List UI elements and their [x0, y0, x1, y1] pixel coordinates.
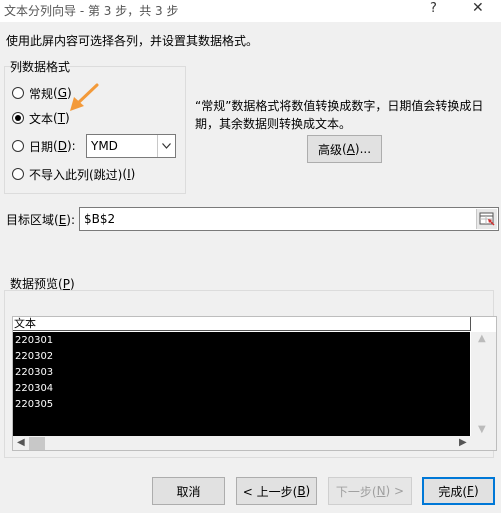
column-format-title: 列数据格式: [10, 60, 71, 74]
radio-skip-hotkey: I: [127, 167, 131, 181]
radio-general-label: 常规: [29, 86, 54, 101]
destination-value: $B$2: [84, 212, 116, 226]
radio-general-hotkey: G: [57, 86, 68, 100]
close-icon[interactable]: ✕: [472, 0, 484, 16]
next-button-hotkey: N: [376, 484, 386, 498]
scrollbar-thumb[interactable]: [29, 437, 45, 450]
radio-text[interactable]: 文本(T): [12, 109, 70, 127]
back-button-hotkey: B: [297, 484, 306, 498]
date-format-value: YMD: [91, 139, 118, 153]
data-preview[interactable]: 文本 220301 220302 220303 220304 220305 ▲ …: [12, 316, 497, 451]
advanced-button-label: 高级: [317, 142, 342, 157]
radio-date-hotkey: D: [57, 139, 67, 153]
back-button-prefix: < 上一步(: [242, 484, 298, 499]
destination-label: 目标区域(E):: [6, 213, 76, 227]
chevron-down-icon[interactable]: [157, 135, 175, 157]
next-button-prefix: 下一步(: [335, 484, 377, 499]
scroll-down-icon[interactable]: ▼: [478, 424, 486, 435]
preview-label: 数据预览(P): [10, 277, 75, 291]
next-button-suffix: ) >: [385, 484, 405, 498]
destination-label-text: 目标区域: [6, 213, 55, 227]
preview-row: 220302: [15, 351, 54, 362]
destination-input[interactable]: $B$2: [79, 207, 499, 231]
radio-button-checked[interactable]: [12, 112, 24, 124]
next-button[interactable]: 下一步(N) >: [328, 477, 412, 505]
radio-text-label: 文本: [29, 111, 54, 126]
radio-text-hotkey: T: [57, 111, 66, 125]
finish-button[interactable]: 完成(F): [422, 477, 495, 505]
finish-button-suffix: ): [473, 484, 479, 498]
radio-button[interactable]: [12, 87, 24, 99]
format-description: “常规”数据格式将数值转换成数字，日期值会转换成日期，其余数据则转换成文本。: [195, 99, 484, 131]
help-icon[interactable]: ?: [430, 1, 437, 16]
back-button-suffix: ): [305, 484, 311, 498]
window-title: 文本分列向导 - 第 3 步，共 3 步: [4, 4, 179, 18]
cancel-button[interactable]: 取消: [152, 477, 225, 505]
back-button[interactable]: < 上一步(B): [236, 477, 317, 505]
preview-data-area[interactable]: 220301 220302 220303 220304 220305: [13, 332, 470, 436]
preview-row: 220303: [15, 367, 54, 378]
scroll-up-icon[interactable]: ▲: [478, 333, 486, 344]
finish-button-hotkey: F: [467, 484, 474, 498]
advanced-button-hotkey: A: [346, 142, 355, 156]
date-format-select[interactable]: YMD: [86, 134, 176, 158]
intro-text: 使用此屏内容可选择各列，并设置其数据格式。: [6, 34, 259, 48]
radio-button[interactable]: [12, 168, 24, 180]
radio-skip-label: 不导入此列(跳过): [29, 167, 123, 182]
preview-hotkey: P: [62, 277, 70, 291]
radio-general[interactable]: 常规(G): [12, 84, 72, 102]
preview-row: 220304: [15, 383, 54, 394]
scroll-right-icon[interactable]: ▶: [459, 437, 467, 448]
highlight-arrow-icon: [70, 83, 99, 111]
preview-column-header[interactable]: 文本: [13, 317, 471, 331]
preview-row: 220301: [15, 335, 54, 346]
preview-row: 220305: [15, 399, 54, 410]
radio-date-label: 日期: [29, 139, 54, 154]
collapse-dialog-icon[interactable]: [476, 209, 497, 229]
title-bar: 文本分列向导 - 第 3 步，共 3 步 ? ✕: [0, 0, 501, 22]
scroll-left-icon[interactable]: ◀: [17, 437, 25, 448]
cancel-button-label: 取消: [176, 484, 201, 499]
radio-button[interactable]: [12, 140, 24, 152]
advanced-button-suffix: ...: [359, 142, 372, 156]
advanced-button[interactable]: 高级(A)...: [307, 135, 382, 163]
destination-hotkey: E: [58, 213, 67, 227]
vertical-scrollbar[interactable]: ▲ ▼: [471, 332, 496, 436]
finish-button-prefix: 完成(: [438, 484, 468, 499]
horizontal-scrollbar[interactable]: ◀ ▶: [13, 436, 496, 450]
preview-label-text: 数据预览: [10, 277, 59, 291]
radio-date[interactable]: 日期(D):: [12, 137, 76, 155]
radio-skip[interactable]: 不导入此列(跳过)(I): [12, 165, 135, 183]
